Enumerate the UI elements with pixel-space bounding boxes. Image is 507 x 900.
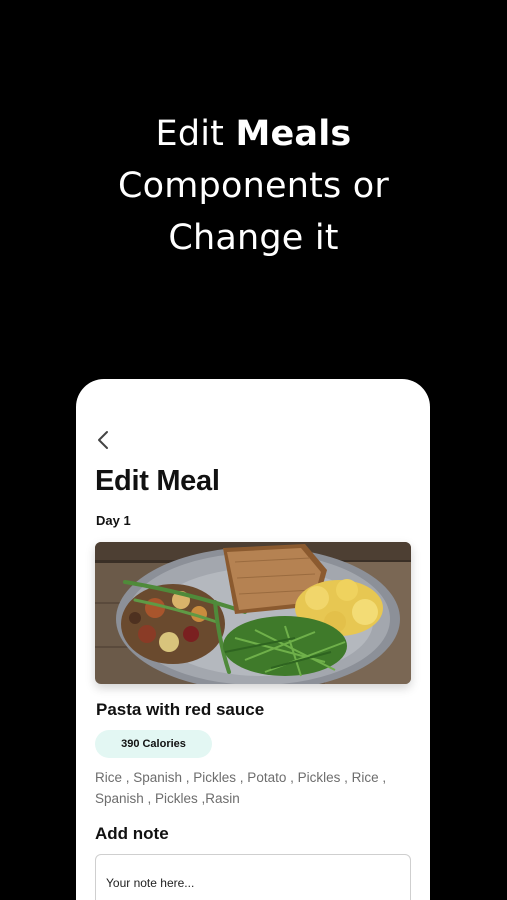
headline-line-1-prefix: Edit [155, 114, 236, 154]
promo-screen: Edit Meals Components or Change it Edit … [0, 0, 507, 900]
day-label: Day 1 [96, 513, 131, 528]
meal-plate-image [95, 542, 411, 684]
headline-line-1-emphasis: Meals [235, 114, 352, 154]
note-input[interactable] [95, 854, 411, 900]
headline-line-2: Components or [118, 166, 389, 206]
promo-headline: Edit Meals Components or Change it [0, 108, 507, 264]
phone-screen: Edit Meal Day 1 Pasta with red sauce 390… [76, 379, 430, 900]
meal-photo [95, 542, 411, 684]
meal-name: Pasta with red sauce [96, 700, 265, 719]
ingredient-list: Rice , Spanish , Pickles , Potato , Pick… [95, 770, 387, 806]
headline-line-1: Edit Meals [0, 108, 507, 160]
chevron-left-icon [98, 431, 108, 449]
back-button[interactable] [92, 429, 114, 451]
calorie-badge: 390 Calories [95, 730, 212, 758]
page-title: Edit Meal [95, 465, 220, 497]
add-note-label: Add note [95, 824, 169, 843]
headline-line-3: Change it [168, 218, 339, 258]
